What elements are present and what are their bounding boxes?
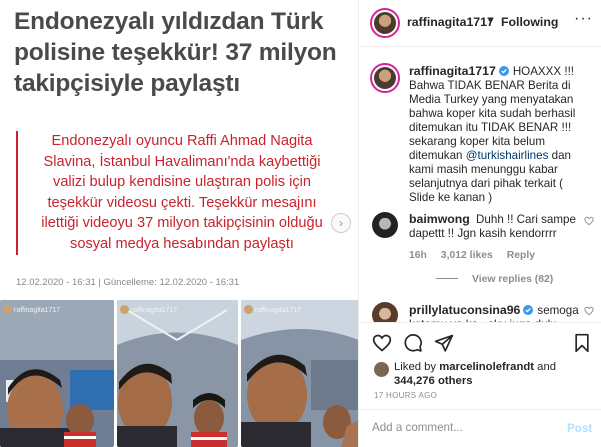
commenter-avatar[interactable] [372,212,398,238]
article-headline: Endonezyalı yıldızdan Türk polisine teşe… [14,8,337,97]
caption-username[interactable]: raffinagita1717 [409,64,496,78]
avatar [120,305,129,314]
post-comment-button[interactable]: Post [567,422,592,435]
video-frame-caption: raffinagita1717 [255,307,302,314]
comment-like-icon[interactable] [584,306,594,316]
video-frame-2: raffinagita1717 [117,300,238,447]
video-frame-caption: raffinagita1717 [14,307,61,314]
caption-avatar[interactable] [370,63,400,93]
video-frame-3: raffinagita1717 [241,300,358,447]
verified-badge-icon [523,305,534,315]
avatar [3,305,12,314]
liked-by-user-link[interactable]: marcelinolefrandt [439,361,534,373]
caption-text: raffinagita1717 HOAXXX !!! Bahwa TIDAK BE… [409,64,592,205]
liker-avatar[interactable] [374,362,389,377]
post-timestamp[interactable]: 17 HOURS AGO [374,391,437,400]
comments-list: raffinagita1717 HOAXXX !!! Bahwa TIDAK BE… [360,47,601,322]
comment-icon[interactable] [403,333,423,353]
caption-body-start: HOAXXX !!! Bahwa TIDAK BENAR Berita di M… [409,65,576,162]
separator-dot: • [488,13,493,27]
share-icon[interactable] [434,333,454,353]
comment-meta: 16h 3,012 likes Reply [409,250,546,261]
liked-by-and: and [537,361,557,373]
view-replies-button[interactable]: View replies (82) [436,274,553,285]
article-summary: Endonezyalı oyuncu Raffi Ahmad Nagita Sl… [41,133,323,252]
comment-reply-button[interactable]: Reply [507,250,535,261]
video-frames: raffinagita1717 raffinagita1717 raffinag… [0,300,358,447]
comment-text: prillylatuconsina96semoga ketemu ya ka..… [409,303,592,322]
liked-by-prefix: Liked by [394,361,437,373]
post-side-panel: raffinagita1717 • Following ··· raffinag… [360,0,601,447]
following-button[interactable]: Following [501,15,558,29]
post-header: raffinagita1717 • Following ··· [360,0,601,47]
comment-text: baimwong Duhh !! Cari sampe dapettt !! J… [409,212,592,241]
comment-input[interactable] [372,421,562,434]
heart-icon[interactable] [372,333,392,353]
author-avatar[interactable] [370,8,400,38]
caption-mention-link[interactable]: @turkishairlines [466,149,549,162]
bookmark-icon[interactable] [573,333,591,353]
chevron-right-icon: › [339,216,343,230]
comment-time: 16h [409,250,427,261]
verified-badge-icon [498,66,509,76]
liked-by-text: Liked by marcelinolefrandt and 344,276 o… [394,360,594,388]
add-comment-row: Post [360,409,601,447]
video-frame-caption: raffinagita1717 [131,307,178,314]
carousel-next-button[interactable]: › [331,213,351,233]
author-username[interactable]: raffinagita1717 [407,15,494,29]
comment-like-icon[interactable] [584,216,594,226]
likes-count-link[interactable]: 344,276 others [394,375,473,387]
article-dates: 12.02.2020 - 16:31 | Güncelleme: 12.02.2… [16,277,240,288]
more-options-button[interactable]: ··· [574,10,593,28]
comment-likes[interactable]: 3,012 likes [441,250,493,261]
comment-username[interactable]: baimwong [409,212,470,226]
avatar [244,305,253,314]
post-actions: Liked by marcelinolefrandt and 344,276 o… [360,322,601,447]
video-frame-1: raffinagita1717 [0,300,114,447]
comment-username[interactable]: prillylatuconsina96 [409,303,520,317]
post-media: Endonezyalı yıldızdan Türk polisine teşe… [0,0,359,447]
article-summary-block: Endonezyalı oyuncu Raffi Ahmad Nagita Sl… [16,131,334,255]
commenter-avatar[interactable] [372,302,398,322]
